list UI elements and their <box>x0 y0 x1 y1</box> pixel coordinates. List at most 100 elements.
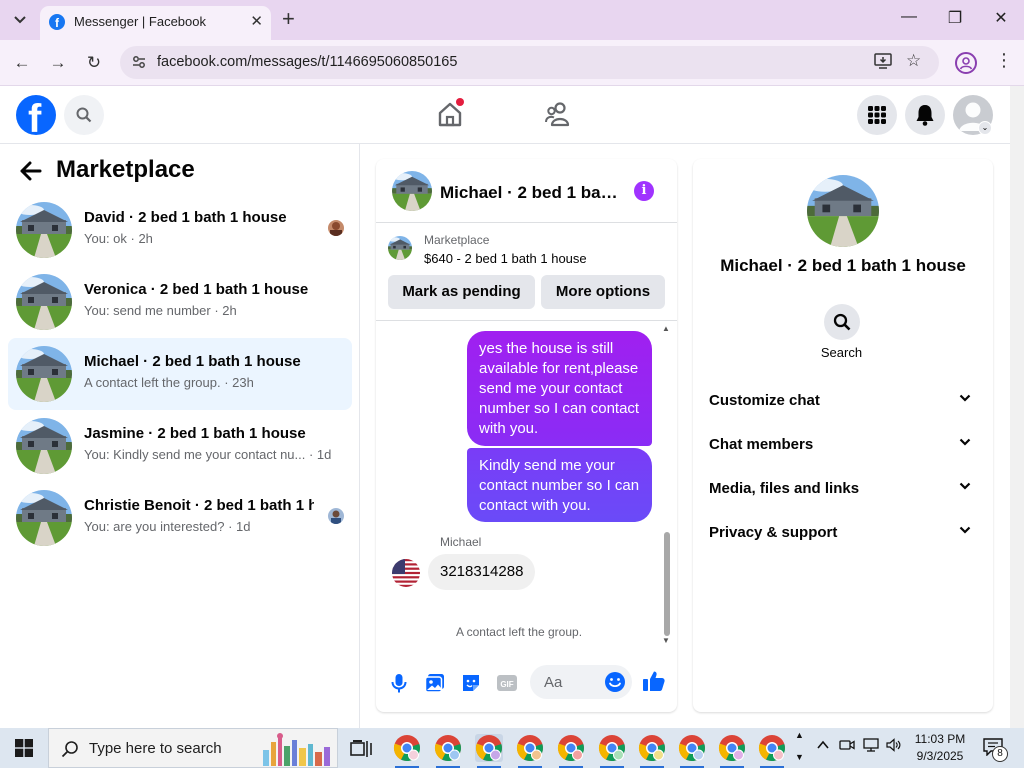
taskbar-scroll-down-icon[interactable]: ▼ <box>795 752 804 762</box>
start-button[interactable] <box>0 728 48 768</box>
chat-members-section[interactable]: Chat members <box>701 425 985 465</box>
conversation-item-veronica[interactable]: Veronica · 2 bed 1 bath 1 house You: sen… <box>8 266 352 338</box>
network-icon[interactable] <box>863 738 879 755</box>
new-tab-button[interactable]: + <box>282 6 295 32</box>
chat-avatar[interactable] <box>392 171 432 211</box>
more-options-button[interactable]: More options <box>541 275 665 309</box>
house-thumbnail <box>16 346 72 402</box>
taskbar-clock[interactable]: 11:03 PM 9/3/2025 <box>905 731 975 765</box>
notification-count-badge: 8 <box>992 746 1008 762</box>
task-view-button[interactable] <box>347 734 375 762</box>
scrollbar-thumb[interactable] <box>664 532 670 636</box>
taskbar-search-box[interactable]: Type here to search <box>48 728 338 768</box>
listing-thumbnail[interactable] <box>388 236 412 260</box>
grid-menu-icon <box>868 106 886 124</box>
facebook-logo-icon[interactable]: f <box>16 95 56 135</box>
browser-tab-messenger[interactable]: f Messenger | Facebook ✕ <box>40 6 271 40</box>
thumbs-up-icon[interactable] <box>642 669 668 695</box>
friends-icon <box>545 102 570 127</box>
seen-avatar <box>328 220 344 236</box>
chrome-icon <box>758 735 785 762</box>
chat-header: Michael · 2 bed 1 bat... i <box>376 159 677 223</box>
taskbar-chrome-app-8[interactable] <box>678 734 706 768</box>
conversation-name: David · 2 bed 1 bath 1 house <box>84 209 287 226</box>
taskbar-chrome-app-5[interactable] <box>557 734 585 768</box>
mark-as-pending-button[interactable]: Mark as pending <box>388 275 535 309</box>
photo-gallery-icon[interactable] <box>424 672 446 694</box>
install-app-icon[interactable] <box>874 53 892 73</box>
tab-search-dropdown-icon[interactable] <box>6 7 34 33</box>
account-chevron-icon[interactable]: ⌄ <box>978 121 992 135</box>
microphone-icon[interactable] <box>388 672 410 694</box>
sender-avatar[interactable] <box>392 559 420 587</box>
message-composer: GIF Aa <box>376 659 677 707</box>
house-thumbnail <box>16 202 72 258</box>
taskbar-chrome-app-9[interactable] <box>718 734 746 768</box>
reload-icon[interactable]: ↻ <box>82 51 106 75</box>
address-bar[interactable]: facebook.com/messages/t/1146695060850165… <box>120 46 939 79</box>
chevron-down-icon <box>959 482 971 490</box>
chrome-icon <box>598 735 625 762</box>
scroll-up-icon[interactable]: ▲ <box>662 324 670 333</box>
volume-icon[interactable] <box>886 738 902 755</box>
taskbar-chrome-app-7[interactable] <box>638 734 666 768</box>
notifications-button[interactable] <box>905 95 945 135</box>
conversation-name: Michael · 2 bed 1 bath 1 house <box>84 353 301 370</box>
city-skyline-icon <box>263 733 330 766</box>
url-text[interactable]: facebook.com/messages/t/1146695060850165 <box>157 54 457 70</box>
section-label: Customize chat <box>709 392 820 409</box>
conversation-item-christie[interactable]: Christie Benoit · 2 bed 1 bath 1 h... Yo… <box>8 482 352 554</box>
search-in-conversation-button[interactable] <box>824 304 860 340</box>
listing-title[interactable]: $640 - 2 bed 1 bath 1 house <box>424 251 587 266</box>
chrome-icon <box>678 735 705 762</box>
close-window-icon[interactable]: ✕ <box>989 8 1013 28</box>
svg-text:GIF: GIF <box>500 680 513 689</box>
conversation-photo[interactable] <box>807 175 879 247</box>
info-icon[interactable]: i <box>634 181 654 201</box>
browser-menu-icon[interactable]: ⋮ <box>995 50 1013 71</box>
chrome-icon <box>475 735 502 762</box>
scroll-down-icon[interactable]: ▼ <box>662 636 670 645</box>
taskbar-chrome-app-10[interactable] <box>758 734 786 768</box>
conversation-item-michael[interactable]: Michael · 2 bed 1 bath 1 house A contact… <box>8 338 352 410</box>
facebook-search-button[interactable] <box>64 95 104 135</box>
back-arrow-icon[interactable] <box>20 161 42 187</box>
media-files-links-section[interactable]: Media, files and links <box>701 469 985 509</box>
facebook-favicon-icon: f <box>49 14 65 30</box>
chat-scrollbar[interactable]: ▲ ▼ <box>662 324 672 647</box>
message-input[interactable]: Aa <box>530 665 632 699</box>
customize-chat-section[interactable]: Customize chat <box>701 381 985 421</box>
conversation-item-david[interactable]: David · 2 bed 1 bath 1 house You: ok · 2… <box>8 194 352 266</box>
back-arrow-icon[interactable]: ← <box>10 51 34 75</box>
taskbar-chrome-app-3[interactable] <box>475 734 503 768</box>
facebook-header: f ⌄ <box>0 86 1010 144</box>
minimize-window-icon[interactable]: — <box>897 8 921 26</box>
conversation-name: Jasmine · 2 bed 1 bath 1 house <box>84 425 306 442</box>
conversation-item-jasmine[interactable]: Jasmine · 2 bed 1 bath 1 house You: Kind… <box>8 410 352 482</box>
browser-profile-icon[interactable] <box>955 52 977 74</box>
privacy-support-section[interactable]: Privacy & support <box>701 513 985 553</box>
taskbar-chrome-app-4[interactable] <box>516 734 544 768</box>
friends-nav-button[interactable] <box>543 100 573 130</box>
meet-now-icon[interactable] <box>839 738 855 755</box>
emoji-icon[interactable] <box>604 671 626 693</box>
taskbar-chrome-app-2[interactable] <box>434 734 462 768</box>
taskbar-chrome-app-6[interactable] <box>598 734 626 768</box>
show-hidden-icons-icon[interactable] <box>816 738 830 755</box>
taskbar-chrome-app-1[interactable] <box>393 734 421 768</box>
page-scrollbar[interactable] <box>1010 86 1024 728</box>
gif-icon[interactable]: GIF <box>496 672 518 694</box>
home-nav-button[interactable] <box>436 98 466 130</box>
maximize-window-icon[interactable]: ❐ <box>943 8 967 28</box>
site-info-icon[interactable] <box>130 54 148 72</box>
chat-title[interactable]: Michael · 2 bed 1 bat... <box>440 183 618 203</box>
tab-close-icon[interactable]: ✕ <box>250 12 263 30</box>
chrome-icon <box>718 735 745 762</box>
taskbar-scroll-up-icon[interactable]: ▲ <box>795 730 804 740</box>
sticker-icon[interactable] <box>460 672 482 694</box>
bookmark-star-icon[interactable]: ☆ <box>906 51 921 71</box>
menu-grid-button[interactable] <box>857 95 897 135</box>
conversation-preview: You: send me number · 2h <box>84 303 237 318</box>
windows-logo-icon <box>15 739 33 757</box>
forward-arrow-icon[interactable]: → <box>46 51 70 75</box>
